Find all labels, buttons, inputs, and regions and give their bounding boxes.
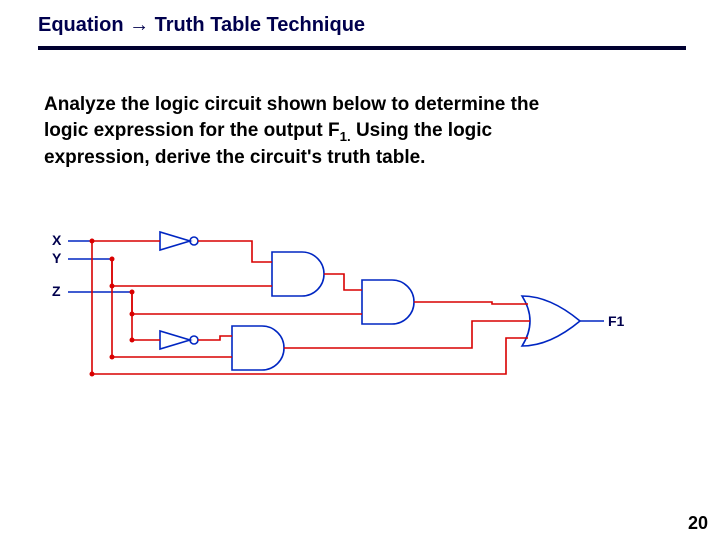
node-y1 [110, 257, 115, 262]
wire-not1-and1 [198, 241, 272, 262]
input-label-z: Z [52, 283, 61, 299]
and-gate-2 [362, 280, 414, 324]
wire-x-or [92, 338, 528, 374]
node-x2 [90, 372, 95, 377]
stmt-line3: expression, derive the circuit's truth t… [44, 147, 425, 168]
stmt-line2b: Using the logic [351, 120, 492, 141]
and-gate-3 [232, 326, 284, 370]
not-gate-2 [160, 331, 198, 349]
stmt-line1: Analyze the logic circuit shown below to… [44, 94, 539, 115]
node-z1 [130, 290, 135, 295]
output-label-f1: F1 [608, 313, 625, 329]
wire-and2-or [414, 302, 528, 304]
stmt-line2a: logic expression for the output F [44, 120, 340, 141]
input-label-x: X [52, 232, 62, 248]
node-z3 [130, 338, 135, 343]
page-number: 20 [688, 513, 708, 534]
wire-not2-and3 [198, 336, 232, 340]
not-gate-1 [160, 232, 198, 250]
title-rule [38, 46, 686, 50]
circuit-diagram: X Y Z F1 [52, 224, 648, 404]
and-gate-1 [272, 252, 324, 296]
node-x1 [90, 239, 95, 244]
node-y3 [110, 355, 115, 360]
page-title: Equation → Truth Table Technique [38, 14, 365, 37]
wire-and1-and2 [324, 274, 362, 290]
node-z2 [130, 312, 135, 317]
input-label-y: Y [52, 250, 62, 266]
stmt-sub: 1. [340, 128, 351, 143]
problem-statement: Analyze the logic circuit shown below to… [44, 92, 660, 171]
wire-and3-or [284, 321, 530, 348]
or-gate-1 [522, 296, 580, 346]
node-y2 [110, 284, 115, 289]
